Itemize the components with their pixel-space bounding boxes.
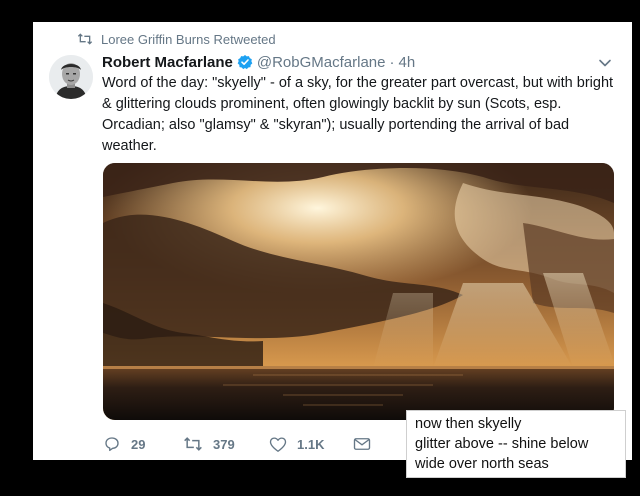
author-handle[interactable]: @RobGMacfarlane xyxy=(257,54,386,71)
reply-button[interactable]: 29 xyxy=(103,435,183,453)
retweet-context-text: Loree Griffin Burns Retweeted xyxy=(101,31,276,47)
reply-count: 29 xyxy=(131,436,146,452)
like-count: 1.1K xyxy=(297,436,325,452)
retweet-count: 379 xyxy=(213,436,235,452)
like-button[interactable]: 1.1K xyxy=(269,436,353,453)
retweet-context[interactable]: Loree Griffin Burns Retweeted xyxy=(77,31,276,47)
heart-icon xyxy=(269,436,287,453)
poem-line: now then skyelly xyxy=(415,416,522,432)
verified-badge-icon xyxy=(237,54,253,70)
poem-line: wide over north seas xyxy=(415,456,549,472)
retweet-action-icon xyxy=(183,436,203,452)
retweet-icon xyxy=(77,33,93,45)
poem-line: glitter above -- shine below xyxy=(415,436,589,452)
direct-message-button[interactable] xyxy=(353,436,383,452)
tweet-photo[interactable] xyxy=(103,163,614,420)
reply-icon xyxy=(103,435,121,453)
tweet-text: Word of the day: "skyelly" - of a sky, f… xyxy=(102,75,614,154)
separator-dot: · xyxy=(389,53,395,71)
avatar[interactable] xyxy=(49,55,93,99)
retweet-button[interactable]: 379 xyxy=(183,436,269,452)
chevron-down-icon[interactable] xyxy=(598,56,612,70)
tweet-actions: 29 379 1.1K xyxy=(103,431,383,457)
envelope-icon xyxy=(353,436,371,452)
tweet-card[interactable]: Loree Griffin Burns Retweeted Robert Mac… xyxy=(33,22,632,460)
tweet-header: Robert Macfarlane @RobGMacfarlane · 4h xyxy=(102,52,608,72)
tweet-timestamp[interactable]: 4h xyxy=(399,54,416,71)
author-name[interactable]: Robert Macfarlane xyxy=(102,54,233,71)
poem-overlay: now then skyelly glitter above -- shine … xyxy=(406,410,626,478)
